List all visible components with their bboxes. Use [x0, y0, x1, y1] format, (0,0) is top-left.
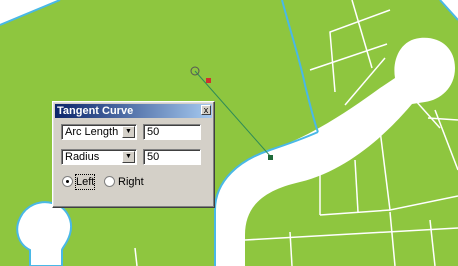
curve-parameter-2-dropdown[interactable]: Radius ▼: [61, 149, 137, 165]
curve-parameter-2-value: Radius: [65, 151, 100, 163]
radio-left-indicator[interactable]: [62, 176, 73, 187]
curve-parameter-1-value: Arc Length: [65, 126, 119, 138]
curve-parameter-2-input[interactable]: 50: [143, 149, 201, 165]
map-canvas[interactable]: Tangent Curve x Arc Length ▼ 50 Radius ▼…: [0, 0, 458, 266]
chevron-down-icon[interactable]: ▼: [122, 126, 135, 138]
dialog-title[interactable]: Tangent Curve: [55, 104, 212, 118]
start-vertex-marker[interactable]: [206, 78, 211, 83]
radio-right-label[interactable]: Right: [118, 175, 144, 189]
close-button[interactable]: x: [201, 105, 211, 115]
curve-parameter-1-input[interactable]: 50: [143, 124, 201, 140]
end-vertex-marker[interactable]: [268, 155, 273, 160]
curve-parameter-1-dropdown[interactable]: Arc Length ▼: [61, 124, 137, 140]
radio-left[interactable]: Left: [62, 174, 102, 190]
radio-left-label[interactable]: Left: [74, 174, 96, 190]
chevron-down-icon[interactable]: ▼: [122, 151, 135, 163]
tangent-curve-dialog[interactable]: Tangent Curve x Arc Length ▼ 50 Radius ▼…: [52, 101, 215, 208]
radio-right-indicator[interactable]: [104, 176, 115, 187]
radio-right[interactable]: Right: [104, 175, 148, 189]
